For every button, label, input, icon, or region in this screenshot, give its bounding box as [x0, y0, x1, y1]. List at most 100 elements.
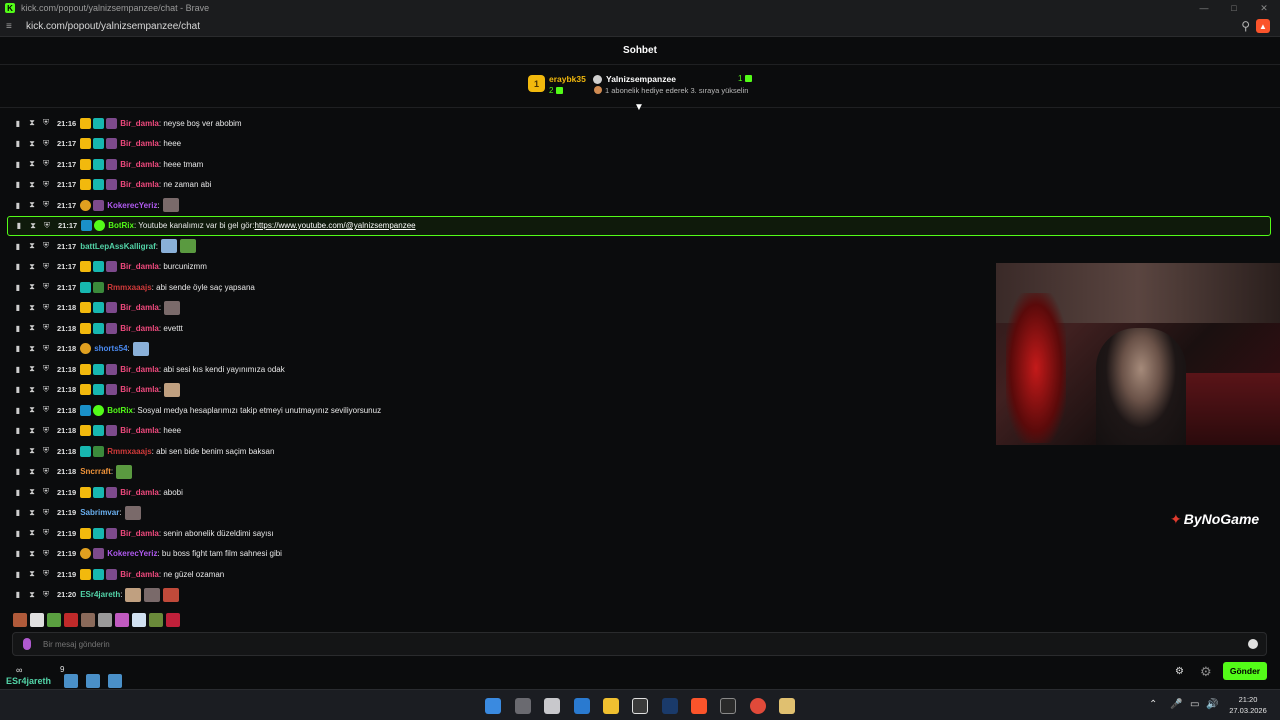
timeout-icon[interactable]: ⧗ [27, 569, 37, 579]
emote[interactable] [64, 613, 78, 627]
minimize-icon[interactable]: — [1189, 0, 1219, 16]
delete-icon[interactable]: ▮ [13, 344, 23, 353]
message-username[interactable]: BotRix [107, 406, 133, 415]
ban-icon[interactable]: ⛨ [41, 344, 51, 354]
chat-settings-icon[interactable]: ⚙ [1200, 664, 1212, 680]
emote[interactable] [166, 613, 180, 627]
delete-icon[interactable]: ▮ [13, 201, 23, 210]
message-username[interactable]: Bir_damla [120, 324, 159, 333]
volume-icon[interactable]: 🔊 [1206, 699, 1218, 710]
ban-icon[interactable]: ⛨ [41, 528, 51, 538]
mic-icon[interactable] [23, 638, 31, 650]
message-username[interactable]: Bir_damla [120, 570, 159, 579]
message-username[interactable]: Bir_damla [120, 488, 159, 497]
message-username[interactable]: BotRix [108, 221, 134, 230]
timeout-icon[interactable]: ⧗ [27, 118, 37, 128]
gear-icon[interactable]: ⚙ [1175, 666, 1184, 677]
timeout-icon[interactable]: ⧗ [27, 385, 37, 395]
timeout-icon[interactable]: ⧗ [27, 200, 37, 210]
message-username[interactable]: Sabrimvar [80, 508, 119, 517]
ban-icon[interactable]: ⛨ [41, 446, 51, 456]
delete-icon[interactable]: ▮ [13, 467, 23, 476]
ban-icon[interactable]: ⛨ [41, 569, 51, 579]
timeout-icon[interactable]: ⧗ [27, 590, 37, 600]
ban-icon[interactable]: ⛨ [41, 159, 51, 169]
emote[interactable] [115, 613, 129, 627]
ban-icon[interactable]: ⛨ [41, 508, 51, 518]
message-username[interactable]: Bir_damla [120, 385, 159, 394]
timeout-icon[interactable]: ⧗ [27, 446, 37, 456]
delete-icon[interactable]: ▮ [13, 180, 23, 189]
timeout-icon[interactable]: ⧗ [27, 467, 37, 477]
message-username[interactable]: Sncrraft [80, 467, 111, 476]
delete-icon[interactable]: ▮ [13, 119, 23, 128]
close-icon[interactable]: ✕ [1249, 0, 1279, 16]
epic-games-icon[interactable] [720, 698, 736, 714]
timeout-icon[interactable]: ⧗ [27, 139, 37, 149]
ban-icon[interactable]: ⛨ [41, 405, 51, 415]
chrome-icon[interactable] [750, 698, 766, 714]
timeout-icon[interactable]: ⧗ [27, 303, 37, 313]
delete-icon[interactable]: ▮ [13, 303, 23, 312]
delete-icon[interactable]: ▮ [13, 160, 23, 169]
message-username[interactable]: ESr4jareth [80, 590, 120, 599]
message-username[interactable]: battLepAssKalligraf [80, 242, 156, 251]
message-username[interactable]: KokerecYeriz [107, 549, 157, 558]
microphone-icon[interactable]: 🎤 [1170, 699, 1182, 710]
delete-icon[interactable]: ▮ [13, 447, 23, 456]
message-username[interactable]: Bir_damla [120, 180, 159, 189]
delete-icon[interactable]: ▮ [13, 549, 23, 558]
message-username[interactable]: Bir_damla [120, 160, 159, 169]
timeout-icon[interactable]: ⧗ [27, 159, 37, 169]
network-icon[interactable]: ▭ [1190, 699, 1199, 710]
steam-icon[interactable] [662, 698, 678, 714]
delete-icon[interactable]: ▮ [13, 406, 23, 415]
url-text[interactable]: kick.com/popout/yalnizsempanzee/chat [26, 21, 200, 32]
ban-icon[interactable]: ⛨ [41, 590, 51, 600]
emote[interactable] [81, 613, 95, 627]
tray-chevron-icon[interactable]: ⌃ [1149, 699, 1157, 710]
delete-icon[interactable]: ▮ [13, 508, 23, 517]
message-username[interactable]: Bir_damla [120, 529, 159, 538]
channel-name[interactable]: Yalnizsempanzee [606, 74, 676, 84]
brave-icon[interactable] [691, 698, 707, 714]
delete-icon[interactable]: ▮ [13, 426, 23, 435]
timeout-icon[interactable]: ⧗ [27, 508, 37, 518]
delete-icon[interactable]: ▮ [13, 385, 23, 394]
message-username[interactable]: KokerecYeriz [107, 201, 157, 210]
message-username[interactable]: Bir_damla [120, 119, 159, 128]
message-username[interactable]: shorts54 [94, 344, 127, 353]
message-username[interactable]: Bir_damla [120, 365, 159, 374]
timeout-icon[interactable]: ⧗ [27, 344, 37, 354]
message-username[interactable]: Bir_damla [120, 262, 159, 271]
send-button[interactable]: Gönder [1223, 662, 1267, 680]
address-bar[interactable]: ≡ kick.com/popout/yalnizsempanzee/chat ⚲… [0, 16, 1280, 37]
chat-input-box[interactable] [12, 632, 1267, 656]
timeout-icon[interactable]: ⧗ [28, 221, 38, 231]
ban-icon[interactable]: ⛨ [41, 118, 51, 128]
ban-icon[interactable]: ⛨ [41, 487, 51, 497]
timeout-icon[interactable]: ⧗ [27, 262, 37, 272]
ban-icon[interactable]: ⛨ [41, 385, 51, 395]
message-input[interactable] [43, 639, 1233, 649]
message-username[interactable]: Bir_damla [120, 303, 159, 312]
delete-icon[interactable]: ▮ [13, 488, 23, 497]
delete-icon[interactable]: ▮ [13, 139, 23, 148]
obs-icon[interactable] [632, 698, 648, 714]
ban-icon[interactable]: ⛨ [41, 139, 51, 149]
app-icon[interactable] [779, 698, 795, 714]
task-view-icon[interactable] [515, 698, 531, 714]
timeout-icon[interactable]: ⧗ [27, 405, 37, 415]
delete-icon[interactable]: ▮ [13, 365, 23, 374]
emote[interactable] [13, 613, 27, 627]
delete-icon[interactable]: ▮ [13, 262, 23, 271]
ban-icon[interactable]: ⛨ [41, 262, 51, 272]
start-menu-icon[interactable] [485, 698, 501, 714]
emoji-icon[interactable] [1248, 639, 1258, 649]
delete-icon[interactable]: ▮ [13, 570, 23, 579]
emote[interactable] [47, 613, 61, 627]
timeout-icon[interactable]: ⧗ [27, 528, 37, 538]
timeout-icon[interactable]: ⧗ [27, 282, 37, 292]
maximize-icon[interactable]: □ [1219, 0, 1249, 16]
site-settings-icon[interactable]: ≡ [6, 21, 18, 32]
